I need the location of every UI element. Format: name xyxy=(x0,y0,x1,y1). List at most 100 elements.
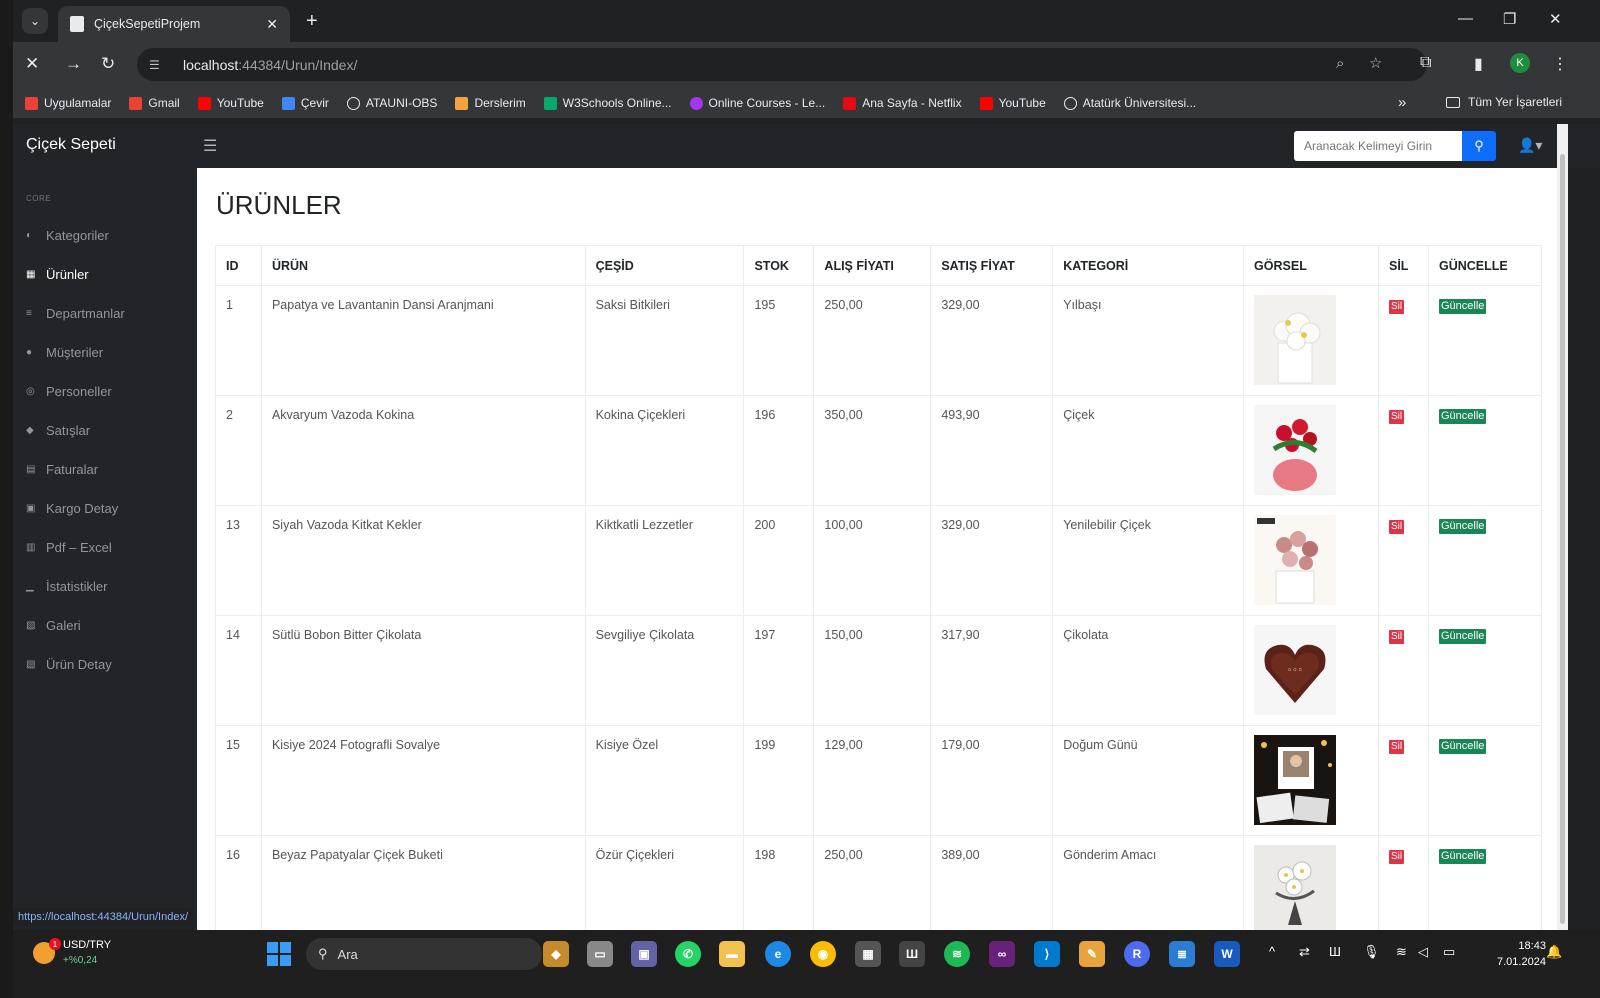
teams-icon[interactable]: ▣ xyxy=(631,941,657,967)
delete-button[interactable]: Sil xyxy=(1388,410,1405,424)
delete-button[interactable]: Sil xyxy=(1388,630,1405,644)
app-icon[interactable]: Ш xyxy=(899,941,925,967)
stop-icon[interactable]: ✕ xyxy=(25,54,39,74)
cell-image xyxy=(1243,725,1379,836)
sidebar-item-satislar[interactable]: ◆ Satışlar xyxy=(26,423,90,438)
sidebar-toggle-icon[interactable]: ☰ xyxy=(203,136,217,156)
page-scrollbar[interactable] xyxy=(1557,124,1568,930)
bookmarks-overflow-icon[interactable]: » xyxy=(1398,94,1406,111)
update-button[interactable]: Güncelle xyxy=(1438,409,1487,424)
bookmark-item[interactable]: Çevir xyxy=(281,96,329,110)
file-explorer-icon[interactable]: ▬ xyxy=(719,941,745,967)
currency-widget[interactable]: 1 USD/TRY +%0,24 xyxy=(33,938,111,968)
bookmark-item[interactable]: Uygulamalar xyxy=(25,96,111,110)
close-icon[interactable]: ✕ xyxy=(266,16,278,33)
column-header: SATIŞ FİYAT xyxy=(930,245,1054,286)
update-button[interactable]: Güncelle xyxy=(1438,299,1487,314)
forward-icon[interactable]: → xyxy=(65,54,82,74)
search-button[interactable]: ⚲ xyxy=(1462,131,1496,161)
chrome-icon[interactable]: ◉ xyxy=(810,941,836,967)
side-panel-icon[interactable]: ▮ xyxy=(1474,54,1483,74)
edge-icon[interactable]: e xyxy=(765,941,791,967)
all-bookmarks-button[interactable]: Tüm Yer İşaretleri xyxy=(1446,95,1562,109)
update-button[interactable]: Güncelle xyxy=(1438,629,1487,644)
sidebar-item-departmanlar[interactable]: ≡ Departmanlar xyxy=(26,306,125,321)
bookmark-item[interactable]: Derslerim xyxy=(455,96,526,110)
sidebar-item-galeri[interactable]: ▨ Galeri xyxy=(26,618,81,633)
sidebar-item-urunler[interactable]: ▦ Ürünler xyxy=(26,267,89,282)
store-icon[interactable]: ▦ xyxy=(855,941,881,967)
battery-icon[interactable]: ▭ xyxy=(1443,944,1455,960)
site-info-icon[interactable]: ☰ xyxy=(149,58,169,72)
folder-icon xyxy=(1446,96,1460,108)
r-app-icon[interactable]: R xyxy=(1124,941,1150,967)
restore-icon[interactable]: ❐ xyxy=(1503,10,1516,28)
sidebar-item-personeller[interactable]: ◎ Personeller xyxy=(26,384,112,399)
column-header: ÜRÜN xyxy=(260,245,586,286)
sidebar-item-faturalar[interactable]: ▤ Faturalar xyxy=(26,462,98,477)
bookmark-star-icon[interactable]: ☆ xyxy=(1369,54,1382,72)
sidebar-item-kategoriler[interactable]: ◐ Kategoriler xyxy=(26,228,109,243)
vscode-icon[interactable]: ⟩ xyxy=(1034,941,1060,967)
sidebar-item-kargo-detay[interactable]: ▣ Kargo Detay xyxy=(26,501,118,516)
cell-category: Doğum Günü xyxy=(1052,725,1245,836)
new-tab-icon[interactable]: + xyxy=(306,10,318,33)
menu-icon[interactable]: ⋮ xyxy=(1552,54,1568,74)
user-menu-icon[interactable]: 👤▾ xyxy=(1518,137,1542,154)
update-button[interactable]: Güncelle xyxy=(1438,519,1487,534)
bookmark-item[interactable]: YouTube xyxy=(197,96,264,110)
delete-button[interactable]: Sil xyxy=(1388,520,1405,534)
window-close-icon[interactable]: ✕ xyxy=(1549,10,1562,28)
browser-tab-active[interactable]: ÇiçekSepetiProjem ✕ xyxy=(58,6,290,42)
bookmark-item[interactable]: Atatürk Üniversitesi... xyxy=(1063,96,1196,110)
tray-app-icon[interactable]: ⇄ xyxy=(1299,944,1310,960)
bookmark-item[interactable]: Online Courses - Le... xyxy=(689,96,825,110)
scrollbar-thumb[interactable] xyxy=(1560,154,1565,924)
reload-icon[interactable]: ↻ xyxy=(101,54,115,74)
update-button[interactable]: Güncelle xyxy=(1438,849,1487,864)
update-button[interactable]: Güncelle xyxy=(1438,739,1487,754)
box-icon: ▣ xyxy=(26,503,36,514)
bookmark-item[interactable]: YouTube xyxy=(979,96,1046,110)
extensions-icon[interactable]: ⧉ xyxy=(1420,54,1431,72)
brand-logo[interactable]: Çiçek Sepeti xyxy=(26,136,116,154)
volume-icon[interactable]: ◁ xyxy=(1418,944,1428,960)
whatsapp-icon[interactable]: ✆ xyxy=(675,941,701,967)
system-clock[interactable]: 18:43 7.01.2024 xyxy=(1497,938,1546,970)
notepad-icon[interactable]: ≣ xyxy=(1169,941,1195,967)
bookmark-item[interactable]: W3Schools Online... xyxy=(543,96,672,110)
microphone-icon[interactable]: 🎙 xyxy=(1363,944,1380,960)
delete-button[interactable]: Sil xyxy=(1388,300,1405,314)
address-bar[interactable]: ☰ localhost:44384/Urun/Index/ xyxy=(137,48,1427,81)
tray-app-icon[interactable]: Ш xyxy=(1329,944,1341,959)
tab-search-button[interactable]: ⌄ xyxy=(22,8,48,34)
start-button[interactable] xyxy=(267,942,291,966)
profile-avatar[interactable]: K xyxy=(1510,53,1530,73)
sidebar-item-istatistikler[interactable]: ▁ İstatistikler xyxy=(26,579,107,594)
bookmark-item[interactable]: ATAUNI-OBS xyxy=(346,96,437,110)
sidebar-item-pdf-excel[interactable]: ▥ Pdf – Excel xyxy=(26,540,112,555)
visual-studio-icon[interactable]: ∞ xyxy=(989,941,1015,967)
youtube-icon xyxy=(197,96,211,110)
delete-button[interactable]: Sil xyxy=(1388,850,1405,864)
wifi-icon[interactable]: ≋ xyxy=(1396,944,1407,960)
sidebar-item-urun-detay[interactable]: ▧ Ürün Detay xyxy=(26,657,112,672)
bookmark-item[interactable]: Ana Sayfa - Netflix xyxy=(843,96,962,110)
widgets-icon[interactable]: ◆ xyxy=(543,941,569,967)
paint-icon[interactable]: ✎ xyxy=(1079,941,1105,967)
tray-overflow-icon[interactable]: ^ xyxy=(1269,944,1275,959)
w3schools-icon xyxy=(543,96,557,110)
minimize-icon[interactable]: — xyxy=(1458,10,1473,27)
delete-button[interactable]: Sil xyxy=(1388,740,1405,754)
cell-product: Kisiye 2024 Fotografli Sovalye xyxy=(260,725,586,836)
search-input[interactable] xyxy=(1294,131,1462,161)
word-icon[interactable]: W xyxy=(1214,941,1240,967)
cell-update: Güncelle xyxy=(1427,615,1543,726)
zoom-icon[interactable]: ⌕ xyxy=(1336,55,1344,72)
bookmark-item[interactable]: Gmail xyxy=(129,96,180,110)
spotify-icon[interactable]: ≋ xyxy=(944,941,970,967)
taskbar-search[interactable]: ⚲ Ara xyxy=(306,938,542,970)
sidebar-item-musteriler[interactable]: ● Müşteriler xyxy=(26,345,103,360)
task-view-icon[interactable]: ▭ xyxy=(587,941,613,967)
notification-bell-icon[interactable]: 🔔 xyxy=(1546,944,1562,960)
